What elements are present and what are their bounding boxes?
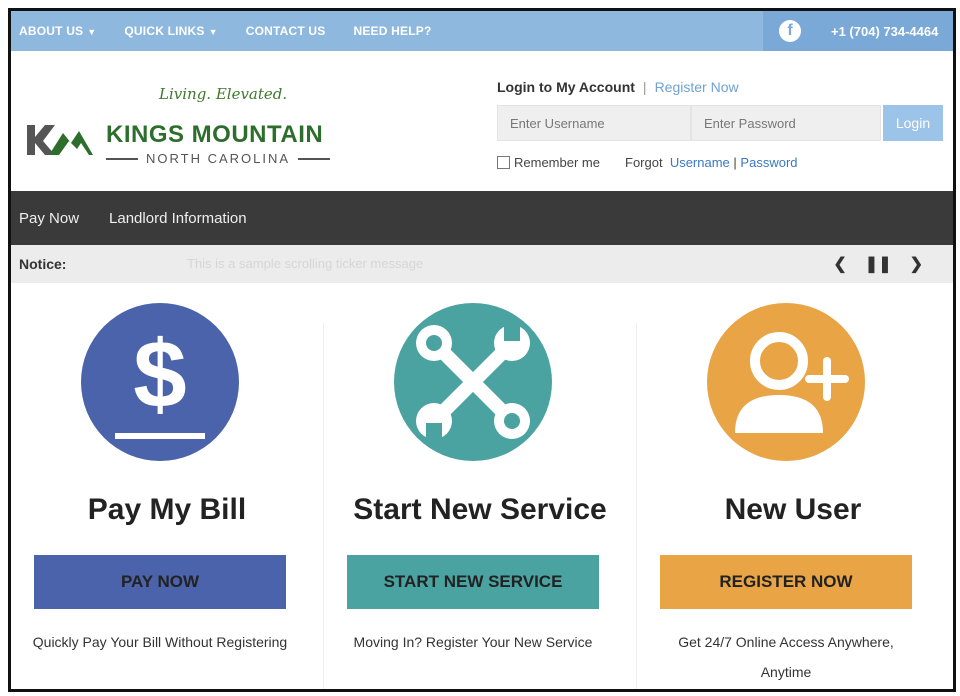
page-frame: ABOUT US ▼ QUICK LINKS ▼ CONTACT US NEED H… (8, 8, 956, 692)
top-nav-label: ABOUT US (19, 24, 84, 38)
forgot-label: Forgot (625, 155, 663, 170)
nav-pay-now[interactable]: Pay Now (19, 210, 79, 227)
dollar-icon[interactable]: $ (81, 303, 239, 461)
add-user-icon[interactable] (707, 303, 865, 461)
register-now-button[interactable]: REGISTER NOW (660, 555, 912, 609)
top-nav-contact-us[interactable]: CONTACT US (246, 24, 326, 38)
notice-bar: Notice: This is a sample scrolling ticke… (11, 245, 953, 283)
add-user-icon (735, 332, 849, 433)
brand-subtitle-text: NORTH CAROLINA (146, 151, 291, 166)
chevron-right-icon[interactable]: ❯ (910, 254, 923, 274)
top-nav-about-us[interactable]: ABOUT US ▼ (19, 24, 96, 38)
login-heading: Login to My Account | Register Now (497, 79, 739, 95)
top-nav-need-help[interactable]: NEED HELP? (353, 24, 431, 38)
notice-text: This is a sample scrolling ticker messag… (187, 256, 424, 271)
phone-number[interactable]: +1 (704) 734-4464 (831, 24, 938, 39)
password-input[interactable] (691, 105, 881, 141)
card-pay-my-bill: $ Pay My Bill PAY NOW Quickly Pay Your B… (11, 283, 323, 689)
facebook-icon[interactable]: f (779, 20, 801, 42)
forgot-separator: | (733, 155, 737, 170)
nav-landlord-information[interactable]: Landlord Information (109, 210, 247, 227)
card-start-new-service: Start New Service START NEW SERVICE Movi… (324, 283, 636, 689)
card-description: Get 24/7 Online Access Anywhere, Anytime (678, 634, 894, 680)
card-title: New User (724, 493, 862, 526)
notice-label: Notice: (19, 256, 67, 272)
main-nav: Pay Now Landlord Information (11, 191, 953, 245)
card-description: Moving In? Register Your New Service (353, 634, 593, 650)
top-bar: ABOUT US ▼ QUICK LINKS ▼ CONTACT US NEED H… (11, 11, 953, 51)
card-title: Start New Service (353, 493, 607, 526)
top-nav-label: QUICK LINKS (124, 24, 205, 38)
brand-name: KINGS MOUNTAIN (106, 121, 324, 148)
divider-line (298, 157, 331, 160)
tools-icon (416, 325, 530, 439)
tagline: Living. Elevated. (159, 85, 288, 103)
notice-controls: ❮ ❚❚ ❯ (833, 254, 923, 274)
divider-line (106, 157, 138, 160)
login-button[interactable]: Login (883, 105, 943, 141)
top-right: f +1 (704) 734-4464 (763, 11, 953, 51)
chevron-left-icon[interactable]: ❮ (833, 254, 846, 274)
remember-me-checkbox[interactable] (497, 156, 510, 169)
mountain-logo-icon[interactable] (25, 119, 95, 159)
top-nav-quick-links[interactable]: QUICK LINKS ▼ (124, 24, 217, 38)
dollar-icon: $ (115, 321, 205, 439)
forgot-username-link[interactable]: Username (670, 155, 730, 170)
svg-text:$: $ (133, 321, 186, 428)
chevron-down-icon: ▼ (87, 27, 97, 37)
card-new-user: New User REGISTER NOW Get 24/7 Online Ac… (637, 283, 949, 689)
remember-me[interactable]: Remember me (497, 155, 600, 170)
register-now-link[interactable]: Register Now (655, 79, 739, 95)
top-nav: ABOUT US ▼ QUICK LINKS ▼ CONTACT US NEED H… (19, 11, 432, 51)
start-new-service-button[interactable]: START NEW SERVICE (347, 555, 599, 609)
tools-icon[interactable] (394, 303, 552, 461)
forgot-password-link[interactable]: Password (740, 155, 797, 170)
card-description: Quickly Pay Your Bill Without Registerin… (32, 634, 288, 650)
brand-subtitle: NORTH CAROLINA (106, 151, 331, 166)
username-input[interactable] (497, 105, 691, 141)
login-title: Login to My Account (497, 79, 635, 95)
chevron-down-icon: ▼ (208, 27, 218, 37)
site-header: Living. Elevated. KINGS MOUNTAIN NORTH C… (11, 51, 953, 191)
remember-me-label: Remember me (514, 155, 600, 170)
login-separator: | (642, 79, 647, 95)
pay-now-button[interactable]: PAY NOW (34, 555, 286, 609)
pause-icon[interactable]: ❚❚ (865, 254, 892, 274)
forgot-credentials: Forgot Username | Password (625, 155, 798, 170)
card-title: Pay My Bill (87, 493, 247, 526)
